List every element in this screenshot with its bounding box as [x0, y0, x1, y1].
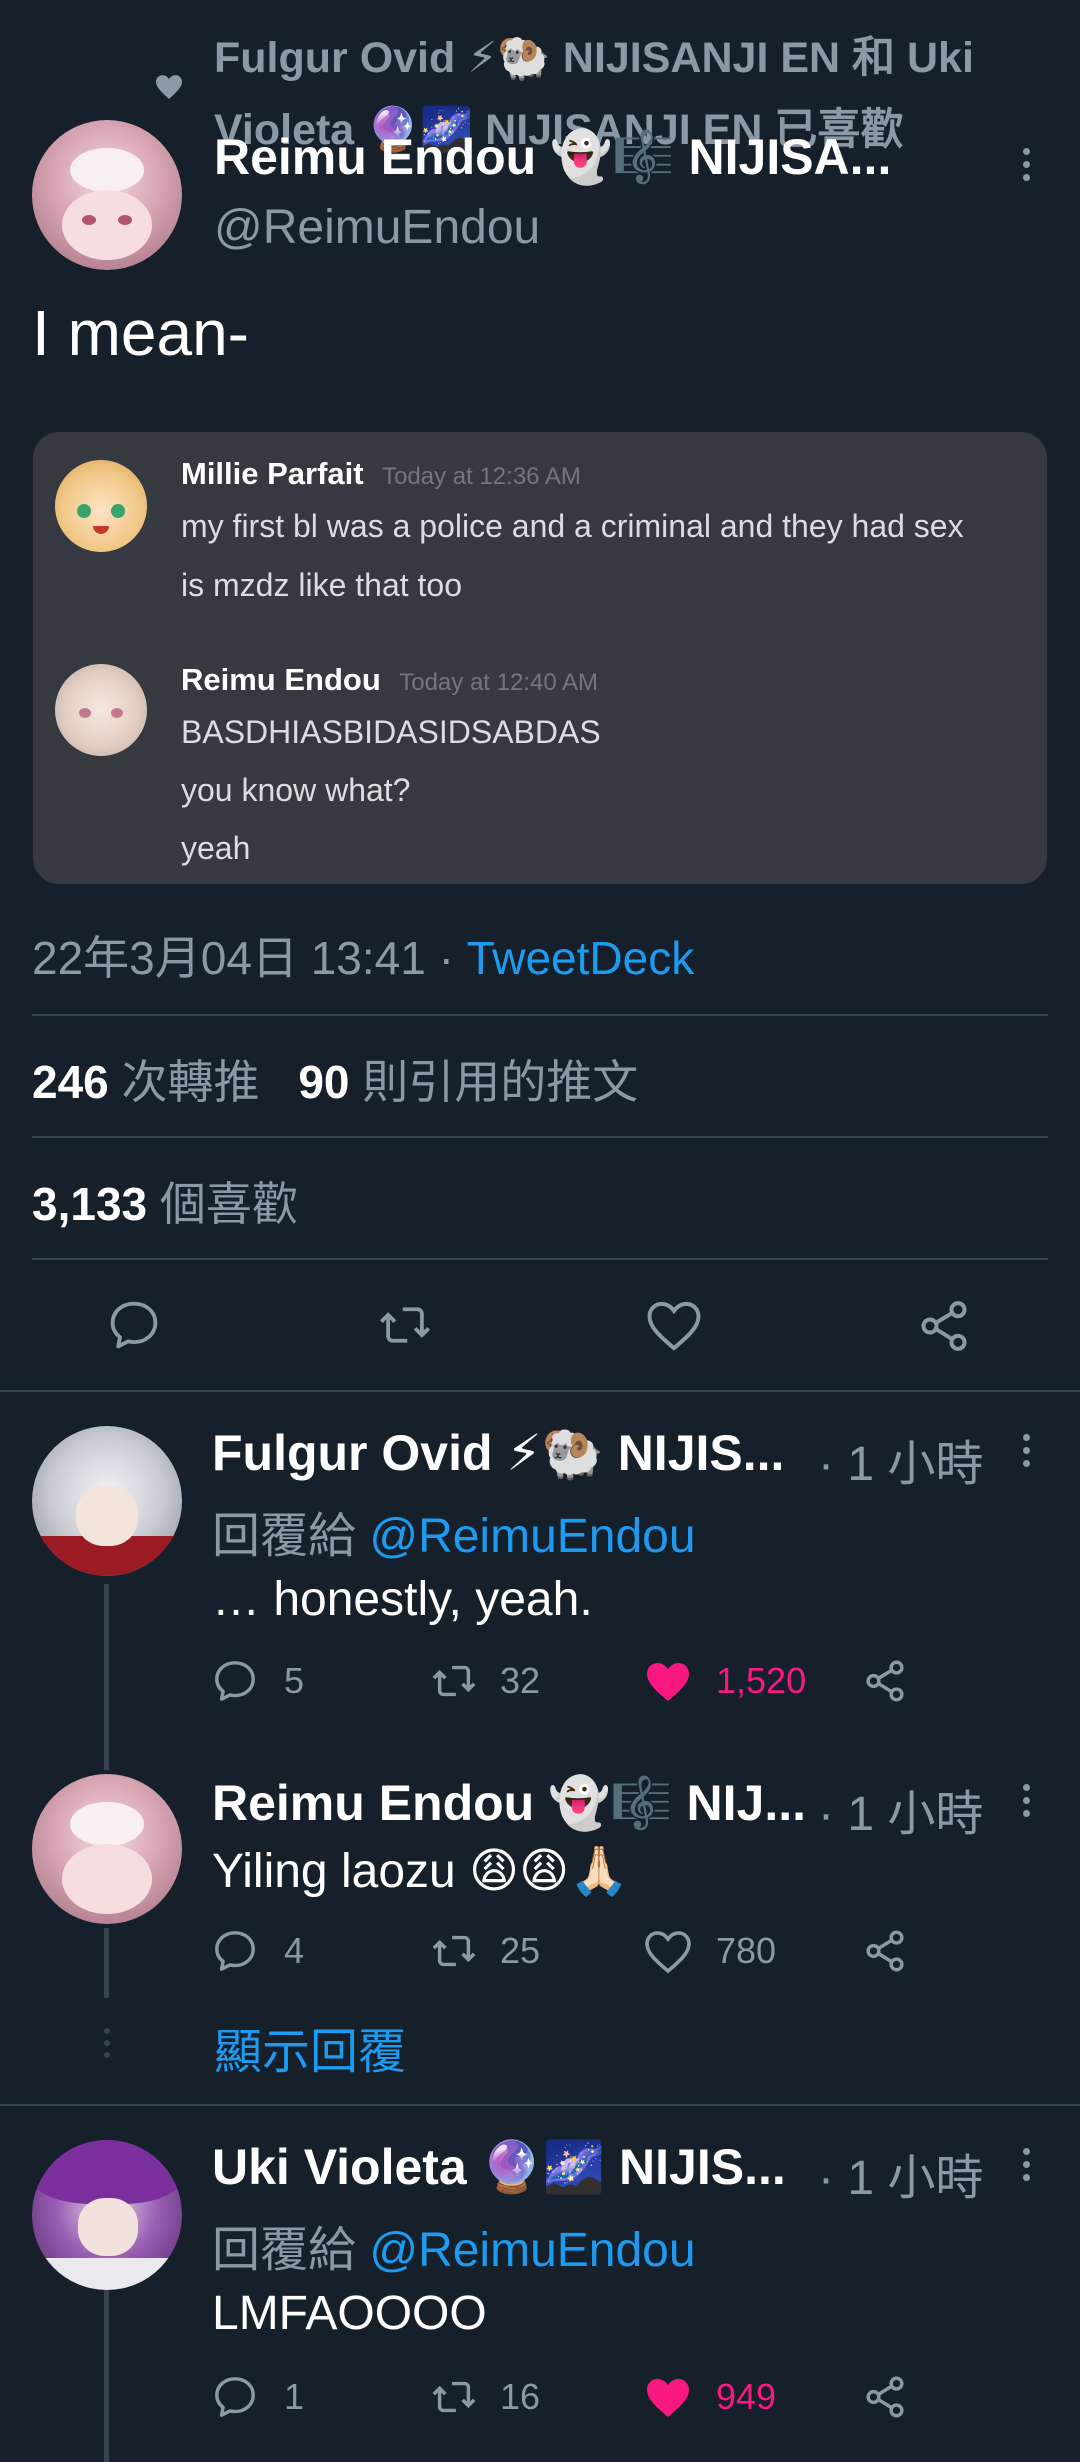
author-name[interactable]: Fulgur Ovid ⚡🐏 NIJIS... [212, 1424, 784, 1483]
retweet-icon[interactable] [374, 1298, 436, 1352]
reply-to-label: 回覆給 [212, 1510, 370, 1563]
retweet-icon[interactable] [428, 1658, 480, 1704]
more-options-icon[interactable] [1020, 2148, 1032, 2187]
avatar[interactable] [32, 1774, 182, 1924]
like-count: 780 [716, 1930, 777, 1971]
message-line: is mzdz like that too [181, 567, 462, 603]
more-options-icon[interactable] [1020, 148, 1032, 187]
reply-to-label: 回覆給 [212, 2224, 370, 2277]
reply-tweet[interactable]: Fulgur Ovid ⚡🐏 NIJIS... · 1 小時 回覆給 @Reim… [0, 1400, 1080, 1730]
author-handle[interactable]: @ReimuEndou [214, 200, 540, 255]
heart-icon [156, 75, 182, 99]
message-line: BASDHIASBIDASIDSABDAS [181, 714, 601, 750]
tweet-image[interactable]: Millie Parfait Today at 12:36 AM my firs… [33, 432, 1047, 884]
avatar[interactable] [32, 120, 182, 270]
reply-icon[interactable] [212, 2374, 258, 2420]
reply-count: 5 [284, 1660, 305, 1701]
reply-time[interactable]: · 1 小時 [818, 1774, 983, 1844]
message-line: yeah [181, 830, 251, 866]
message-line: you know what? [181, 772, 411, 808]
reply-text: … honestly, yeah. [212, 1573, 593, 1626]
avatar [55, 664, 147, 756]
retweet-count: 16 [500, 2376, 541, 2417]
author-name[interactable]: Reimu Endou 👻🎼 NIJISA... [214, 128, 891, 187]
likes-count: 3,133 [32, 1178, 148, 1230]
retweet-icon[interactable] [428, 1928, 480, 1974]
message-time: Today at 12:40 AM [399, 669, 599, 696]
reply-icon[interactable] [212, 1658, 258, 1704]
reply-text: Yiling laozu 😩😩🙏🏻 [212, 1845, 629, 1898]
tweet-source-link[interactable]: TweetDeck [467, 932, 695, 984]
reply-tweet[interactable]: Reimu Endou 👻🎼 NIJ... · 1 小時 Yiling laoz… [0, 1750, 1080, 2080]
reply-time[interactable]: · 1 小時 [818, 1424, 983, 1494]
message-author: Reimu Endou [181, 662, 381, 697]
retweets-label: 次轉推 [121, 1056, 260, 1108]
liked-heart-icon[interactable] [644, 2376, 692, 2420]
retweet-count: 25 [500, 1930, 541, 1971]
share-icon[interactable] [916, 1298, 972, 1354]
like-icon[interactable] [644, 1930, 692, 1974]
reply-text: LMFAOOOO [212, 2287, 487, 2340]
quotes-stat[interactable]: 90 則引用的推文 [298, 1056, 638, 1108]
reply-to-handle[interactable]: @ReimuEndou [369, 2224, 695, 2277]
more-options-icon[interactable] [1020, 1434, 1032, 1473]
message-time: Today at 12:36 AM [382, 463, 581, 490]
reply-count: 1 [284, 2376, 305, 2417]
like-count: 949 [716, 2376, 777, 2417]
share-icon[interactable] [862, 1928, 908, 1974]
retweets-stat[interactable]: 246 次轉推 [32, 1056, 272, 1108]
avatar [55, 460, 147, 552]
likes-stat[interactable]: 3,133 個喜歡 [32, 1168, 298, 1234]
more-options-icon[interactable] [1020, 1784, 1032, 1823]
quotes-count: 90 [298, 1056, 350, 1108]
avatar[interactable] [32, 2140, 182, 2290]
reply-icon[interactable] [212, 1928, 258, 1974]
liked-heart-icon[interactable] [644, 1660, 692, 1704]
share-icon[interactable] [862, 1658, 908, 1704]
message-line: my first bl was a police and a criminal … [181, 508, 964, 544]
retweets-count: 246 [32, 1056, 109, 1108]
reply-count: 4 [284, 1930, 305, 1971]
retweet-count: 32 [500, 1660, 541, 1701]
quotes-label: 則引用的推文 [362, 1056, 639, 1108]
reply-tweet[interactable]: Uki Violeta 🔮🌌 NIJIS... · 1 小時 回覆給 @Reim… [0, 2114, 1080, 2462]
share-icon[interactable] [862, 2374, 908, 2420]
retweet-icon[interactable] [428, 2374, 480, 2420]
like-count: 1,520 [716, 1660, 807, 1701]
tweet-actions [0, 1296, 1080, 1356]
show-replies-link[interactable]: 顯示回覆 [214, 2012, 406, 2082]
author-name[interactable]: Reimu Endou 👻🎼 NIJ... [212, 1774, 806, 1833]
likes-label: 個喜歡 [159, 1178, 298, 1230]
message-author: Millie Parfait [181, 456, 364, 491]
like-icon[interactable] [646, 1300, 702, 1352]
tweet-text: I mean- [32, 297, 249, 369]
reply-time[interactable]: · 1 小時 [818, 2138, 983, 2208]
reply-icon[interactable] [106, 1298, 162, 1352]
avatar[interactable] [32, 1426, 182, 1576]
reply-to-handle[interactable]: @ReimuEndou [369, 1510, 695, 1563]
author-name[interactable]: Uki Violeta 🔮🌌 NIJIS... [212, 2138, 786, 2197]
tweet-timestamp[interactable]: 22年3月04日 13:41 · [32, 932, 467, 984]
